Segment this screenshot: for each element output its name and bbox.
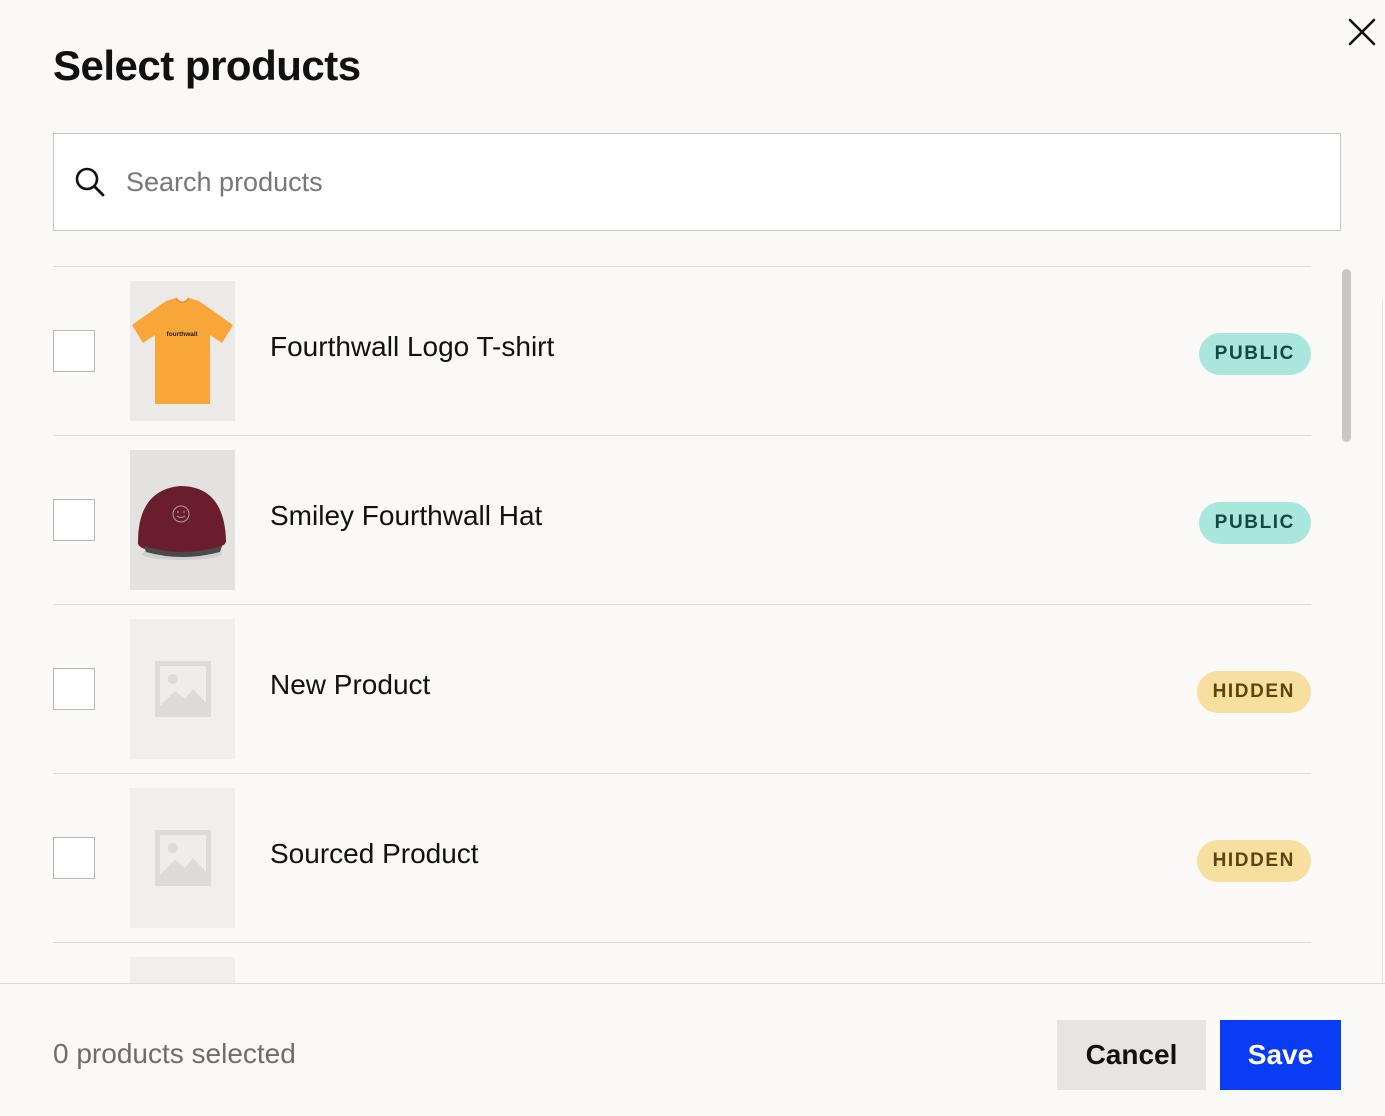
selected-count-text: 0 products selected	[53, 1038, 296, 1069]
cancel-button[interactable]: Cancel	[1057, 1020, 1206, 1090]
tshirt-image: fourthwall	[130, 281, 235, 421]
product-checkbox[interactable]	[53, 837, 95, 879]
product-name: Sourced Product	[270, 838, 479, 869]
image-placeholder-icon	[154, 661, 211, 717]
divider	[1382, 300, 1383, 983]
dialog-footer: 0 products selected Cancel Save	[0, 983, 1385, 1116]
save-button[interactable]: Save	[1220, 1020, 1341, 1090]
close-icon	[1348, 18, 1376, 46]
hat-image	[130, 450, 235, 590]
product-thumbnail	[130, 957, 235, 983]
status-badge: HIDDEN	[1196, 671, 1311, 713]
product-name: Fourthwall Logo T-shirt	[270, 331, 555, 362]
product-row[interactable]: Sourced Product HIDDEN	[53, 774, 1311, 943]
product-list: fourthwall Fourthwall Logo T-shirt PUBLI…	[53, 266, 1311, 983]
product-thumbnail: fourthwall	[130, 281, 235, 421]
product-name: New Product	[270, 669, 431, 700]
status-badge: HIDDEN	[1196, 840, 1311, 882]
product-thumbnail	[130, 788, 235, 928]
status-badge: PUBLIC	[1198, 502, 1311, 544]
image-placeholder-icon	[154, 830, 211, 886]
tshirt-print-text: fourthwall	[166, 331, 197, 338]
search-icon	[54, 166, 126, 198]
product-row[interactable]	[53, 943, 1311, 983]
product-name: Smiley Fourthwall Hat	[270, 500, 543, 531]
search-input[interactable]	[126, 166, 1340, 198]
product-checkbox[interactable]	[53, 330, 95, 372]
dialog-title: Select products	[53, 42, 361, 89]
product-thumbnail	[130, 619, 235, 759]
product-row[interactable]: Smiley Fourthwall Hat PUBLIC	[53, 436, 1311, 605]
product-thumbnail	[130, 450, 235, 590]
close-button[interactable]	[1342, 12, 1382, 52]
scrollbar-thumb[interactable]	[1342, 269, 1351, 442]
select-products-dialog: Select products fourthwall	[0, 0, 1385, 1116]
status-badge: PUBLIC	[1198, 333, 1311, 375]
search-box[interactable]	[53, 133, 1341, 231]
product-checkbox[interactable]	[53, 668, 95, 710]
product-row[interactable]: New Product HIDDEN	[53, 605, 1311, 774]
product-checkbox[interactable]	[53, 499, 95, 541]
product-row[interactable]: fourthwall Fourthwall Logo T-shirt PUBLI…	[53, 267, 1311, 436]
